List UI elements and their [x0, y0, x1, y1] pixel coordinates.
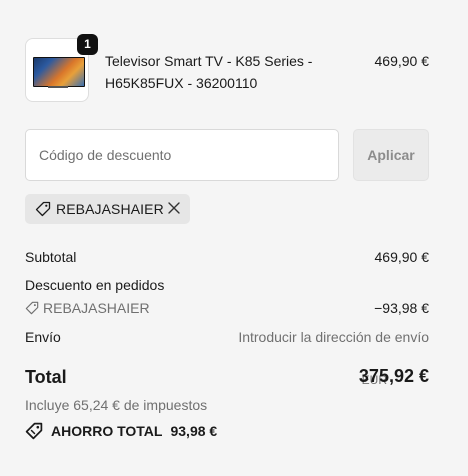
apply-discount-button[interactable]: Aplicar — [353, 129, 429, 181]
product-title-line2: H65K85FUX - 36200110 — [105, 75, 258, 91]
applied-discount-code: REBAJASHAIER — [56, 201, 164, 217]
product-title: Televisor Smart TV - K85 Series - H65K85… — [105, 50, 345, 94]
shipping-value: Introducir la dirección de envío — [238, 329, 429, 345]
subtotal-value: 469,90 € — [374, 249, 430, 265]
total-savings: AHORRO TOTAL 93,98 € — [25, 422, 217, 440]
discount-value: −93,98 € — [374, 300, 429, 316]
tv-image — [33, 57, 85, 87]
applied-discount-chip: REBAJASHAIER — [25, 194, 190, 224]
cart-line-item: 1 Televisor Smart TV - K85 Series - H65K… — [25, 34, 430, 104]
product-title-line1: Televisor Smart TV - K85 Series - — [105, 53, 313, 69]
savings-value: 93,98 € — [170, 423, 218, 439]
close-icon — [168, 202, 180, 214]
discount-code-input[interactable] — [25, 129, 339, 181]
subtotal-label: Subtotal — [25, 249, 77, 265]
savings-label: AHORRO TOTAL — [51, 423, 163, 439]
quantity-badge: 1 — [77, 34, 98, 55]
shipping-label: Envío — [25, 329, 61, 345]
remove-discount-button[interactable] — [167, 201, 181, 215]
total-label: Total — [25, 367, 67, 387]
product-price: 469,90 € — [374, 53, 430, 69]
taxes-note: Incluye 65,24 € de impuestos — [25, 397, 208, 413]
tag-icon — [35, 201, 51, 217]
savings-tag-icon — [25, 422, 43, 440]
tag-icon — [25, 301, 39, 315]
total-value: 375,92 € — [358, 366, 429, 386]
order-discount-label: Descuento en pedidos — [25, 277, 165, 293]
discount-code-label: REBAJASHAIER — [43, 300, 150, 316]
